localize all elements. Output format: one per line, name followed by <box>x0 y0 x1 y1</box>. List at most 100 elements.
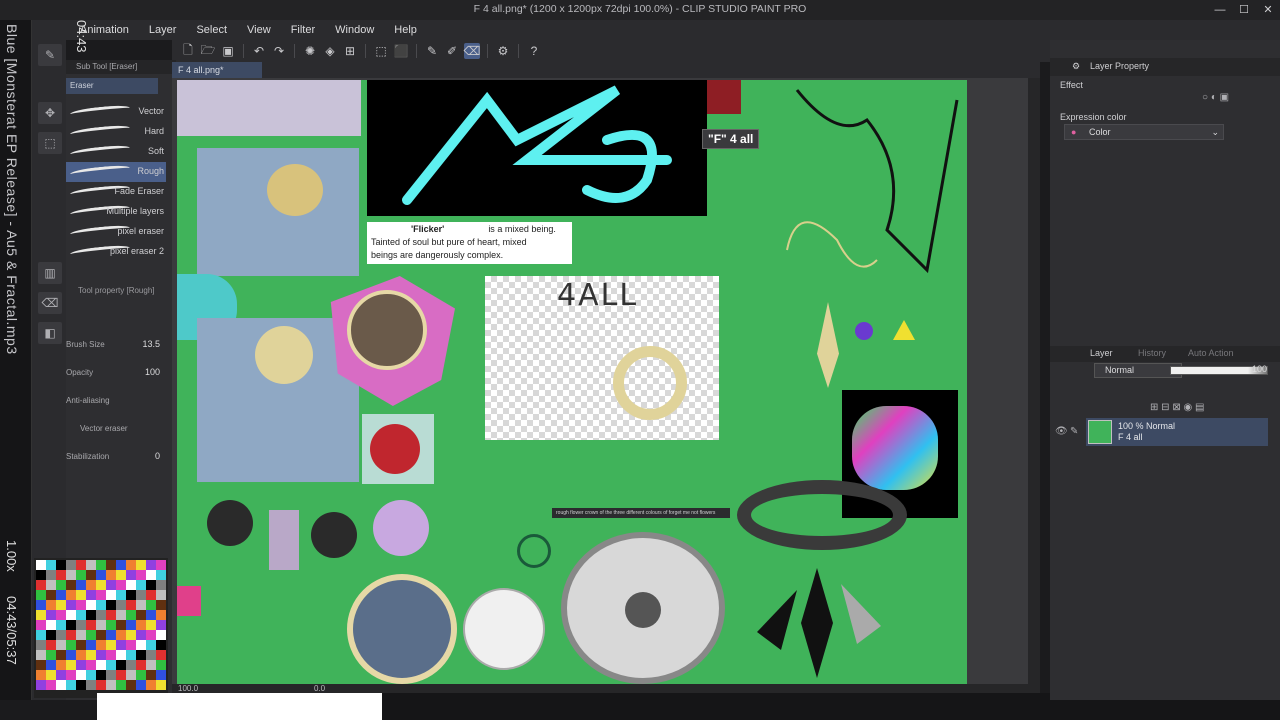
tab-layer[interactable]: Layer <box>1090 348 1113 358</box>
palette-swatch[interactable] <box>106 600 116 610</box>
palette-swatch[interactable] <box>116 680 126 690</box>
pen-lock-icon[interactable]: ✎ <box>1070 426 1078 437</box>
tab-history[interactable]: History <box>1138 348 1166 358</box>
palette-swatch[interactable] <box>46 620 56 630</box>
palette-swatch[interactable] <box>146 680 156 690</box>
canvas[interactable]: "F" 4 all 'Flicker' is a mixed being. Tai… <box>177 80 967 684</box>
stabilization-value[interactable]: 0 <box>155 451 160 461</box>
menu-select[interactable]: Select <box>186 24 237 36</box>
palette-swatch[interactable] <box>106 650 116 660</box>
palette-swatch[interactable] <box>136 640 146 650</box>
palette-swatch[interactable] <box>156 620 166 630</box>
edit-tool-icon[interactable]: ✎ <box>38 44 62 66</box>
brush-pixel-eraser-2[interactable]: pixel eraser 2 <box>66 242 166 262</box>
palette-swatch[interactable] <box>146 630 156 640</box>
palette-swatch[interactable] <box>76 660 86 670</box>
palette-swatch[interactable] <box>156 670 166 680</box>
palette-swatch[interactable] <box>116 590 126 600</box>
palette-swatch[interactable] <box>36 670 46 680</box>
palette-swatch[interactable] <box>86 560 96 570</box>
palette-swatch[interactable] <box>146 580 156 590</box>
palette-swatch[interactable] <box>136 620 146 630</box>
tab-layer-property[interactable]: Layer Property <box>1090 61 1149 71</box>
help-icon[interactable]: ? <box>526 43 542 59</box>
palette-swatch[interactable] <box>46 570 56 580</box>
palette-swatch[interactable] <box>96 610 106 620</box>
palette-swatch[interactable] <box>106 620 116 630</box>
palette-swatch[interactable] <box>126 620 136 630</box>
palette-swatch[interactable] <box>36 630 46 640</box>
palette-swatch[interactable] <box>136 610 146 620</box>
palette-swatch[interactable] <box>136 580 146 590</box>
deselect-icon[interactable]: ⬚ <box>373 43 389 59</box>
palette-swatch[interactable] <box>56 650 66 660</box>
palette-swatch[interactable] <box>146 660 156 670</box>
palette-swatch[interactable] <box>126 630 136 640</box>
palette-swatch[interactable] <box>126 600 136 610</box>
palette-swatch[interactable] <box>116 620 126 630</box>
palette-swatch[interactable] <box>46 580 56 590</box>
palette-swatch[interactable] <box>46 600 56 610</box>
palette-swatch[interactable] <box>36 610 46 620</box>
palette-swatch[interactable] <box>66 630 76 640</box>
palette-swatch[interactable] <box>116 580 126 590</box>
palette-swatch[interactable] <box>86 590 96 600</box>
palette-swatch[interactable] <box>36 600 46 610</box>
selection-tool-icon[interactable]: ⬚ <box>38 132 62 154</box>
palette-swatch[interactable] <box>156 570 166 580</box>
palette-swatch[interactable] <box>156 680 166 690</box>
palette-swatch[interactable] <box>126 670 136 680</box>
palette-swatch[interactable] <box>86 620 96 630</box>
palette-swatch[interactable] <box>156 600 166 610</box>
palette-swatch[interactable] <box>86 630 96 640</box>
brush-hard[interactable]: Hard <box>66 122 166 142</box>
menu-help[interactable]: Help <box>384 24 427 36</box>
palette-swatch[interactable] <box>66 590 76 600</box>
palette-swatch[interactable] <box>76 630 86 640</box>
palette-swatch[interactable] <box>136 570 146 580</box>
palette-swatch[interactable] <box>46 650 56 660</box>
palette-swatch[interactable] <box>146 560 156 570</box>
redo-icon[interactable]: ↷ <box>271 43 287 59</box>
palette-swatch[interactable] <box>76 600 86 610</box>
palette-swatch[interactable] <box>56 600 66 610</box>
palette-swatch[interactable] <box>66 620 76 630</box>
eraser-tool-icon[interactable]: ⌫ <box>38 292 62 314</box>
palette-swatch[interactable] <box>136 630 146 640</box>
effect-icons[interactable]: ○ ◐ ▣ <box>1202 92 1229 103</box>
layer-tool-icons[interactable]: ⊞ ⊟ ⊠ ◉ ▤ <box>1150 402 1204 413</box>
palette-swatch[interactable] <box>36 560 46 570</box>
palette-swatch[interactable] <box>126 580 136 590</box>
palette-swatch[interactable] <box>86 670 96 680</box>
palette-swatch[interactable] <box>146 610 156 620</box>
palette-swatch[interactable] <box>36 660 46 670</box>
palette-swatch[interactable] <box>56 590 66 600</box>
palette-swatch[interactable] <box>96 630 106 640</box>
palette-swatch[interactable] <box>96 570 106 580</box>
palette-swatch[interactable] <box>136 650 146 660</box>
palette-swatch[interactable] <box>136 590 146 600</box>
minimize-button[interactable]: — <box>1208 0 1232 20</box>
zoom-status[interactable]: 100.0 <box>178 684 198 693</box>
vertical-scrollbar[interactable] <box>1028 78 1040 684</box>
palette-swatch[interactable] <box>46 660 56 670</box>
palette-swatch[interactable] <box>106 660 116 670</box>
palette-swatch[interactable] <box>36 680 46 690</box>
palette-swatch[interactable] <box>76 590 86 600</box>
crop-icon[interactable]: ⬛ <box>393 43 409 59</box>
palette-swatch[interactable] <box>56 570 66 580</box>
palette-swatch[interactable] <box>136 600 146 610</box>
clear-icon[interactable]: ✺ <box>302 43 318 59</box>
palette-swatch[interactable] <box>66 670 76 680</box>
palette-swatch[interactable] <box>56 620 66 630</box>
palette-swatch[interactable] <box>106 570 116 580</box>
document-tab[interactable]: F 4 all.png* <box>172 62 262 78</box>
palette-swatch[interactable] <box>86 660 96 670</box>
palette-swatch[interactable] <box>136 680 146 690</box>
undo-icon[interactable]: ↶ <box>251 43 267 59</box>
palette-swatch[interactable] <box>146 650 156 660</box>
palette-swatch[interactable] <box>56 610 66 620</box>
palette-swatch[interactable] <box>56 640 66 650</box>
palette-swatch[interactable] <box>106 680 116 690</box>
pen-tool-icon[interactable]: ✎ <box>424 43 440 59</box>
